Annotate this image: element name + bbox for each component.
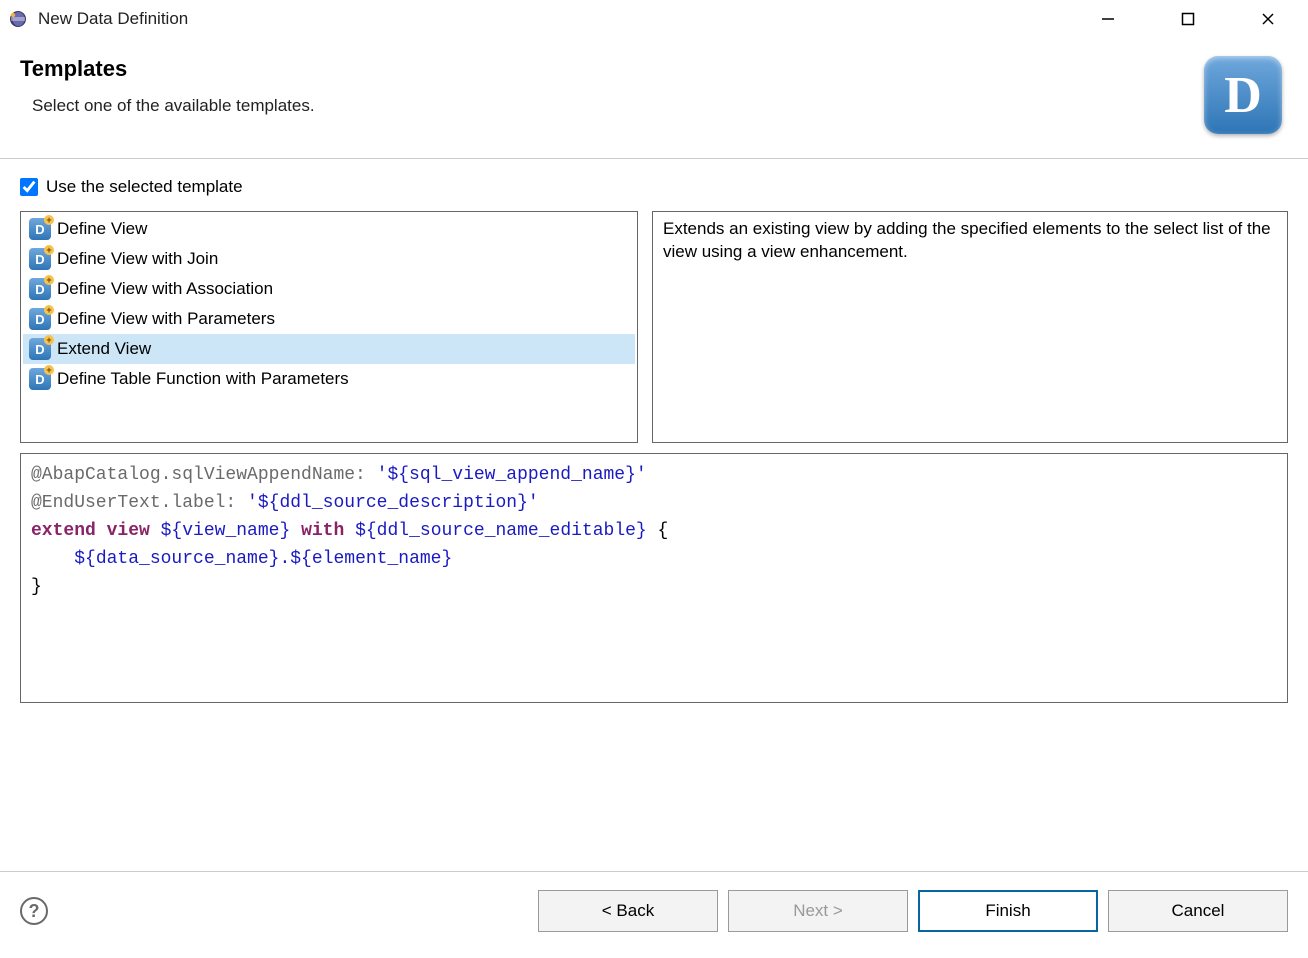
data-definition-item-icon: D bbox=[29, 338, 51, 360]
titlebar: New Data Definition bbox=[0, 0, 1308, 38]
template-list-item[interactable]: D Define Table Function with Parameters bbox=[23, 364, 635, 394]
template-list-item-label: Extend View bbox=[57, 339, 151, 359]
wizard-header: Templates Select one of the available te… bbox=[0, 38, 1308, 159]
window-title: New Data Definition bbox=[38, 9, 1068, 29]
template-description: Extends an existing view by adding the s… bbox=[663, 219, 1271, 261]
help-icon[interactable]: ? bbox=[20, 897, 48, 925]
wizard-footer: ? < Back Next > Finish Cancel bbox=[0, 872, 1308, 958]
data-definition-item-icon: D bbox=[29, 248, 51, 270]
template-list-item-label: Define View with Parameters bbox=[57, 309, 275, 329]
template-list-item[interactable]: D Define View bbox=[23, 214, 635, 244]
template-list-item-label: Define View with Join bbox=[57, 249, 218, 269]
template-list-item[interactable]: D Extend View bbox=[23, 334, 635, 364]
data-definition-item-icon: D bbox=[29, 308, 51, 330]
template-list[interactable]: D Define View D Define View with Join D Defin… bbox=[21, 212, 637, 396]
page-subtitle: Select one of the available templates. bbox=[32, 96, 1198, 116]
window-controls bbox=[1068, 0, 1308, 38]
wizard-content: Use the selected template DDefine ViewDD… bbox=[0, 159, 1308, 871]
use-template-checkbox[interactable] bbox=[20, 178, 38, 196]
template-list-item[interactable]: D Define View with Parameters bbox=[23, 304, 635, 334]
minimize-button[interactable] bbox=[1068, 0, 1148, 38]
template-description-panel: Extends an existing view by adding the s… bbox=[652, 211, 1288, 443]
next-button: Next > bbox=[728, 890, 908, 932]
page-heading: Templates bbox=[20, 56, 1198, 82]
close-button[interactable] bbox=[1228, 0, 1308, 38]
template-list-item-label: Define Table Function with Parameters bbox=[57, 369, 349, 389]
template-list-item[interactable]: D Define View with Association bbox=[23, 274, 635, 304]
data-definition-item-icon: D bbox=[29, 278, 51, 300]
data-definition-item-icon: D bbox=[29, 368, 51, 390]
eclipse-icon bbox=[8, 9, 28, 29]
template-list-item[interactable]: D Define View with Join bbox=[23, 244, 635, 274]
use-template-label: Use the selected template bbox=[46, 177, 243, 197]
template-list-item-label: Define View bbox=[57, 219, 147, 239]
code-preview: @AbapCatalog.sqlViewAppendName: '${sql_v… bbox=[20, 453, 1288, 703]
back-button[interactable]: < Back bbox=[538, 890, 718, 932]
data-definition-icon: D bbox=[1204, 56, 1282, 134]
template-list-panel: D Define View D Define View with Join D Defin… bbox=[20, 211, 638, 443]
cancel-button[interactable]: Cancel bbox=[1108, 890, 1288, 932]
use-template-checkbox-row[interactable]: Use the selected template bbox=[20, 177, 1288, 197]
data-definition-item-icon: D bbox=[29, 218, 51, 240]
maximize-button[interactable] bbox=[1148, 0, 1228, 38]
template-list-item-label: Define View with Association bbox=[57, 279, 273, 299]
finish-button[interactable]: Finish bbox=[918, 890, 1098, 932]
